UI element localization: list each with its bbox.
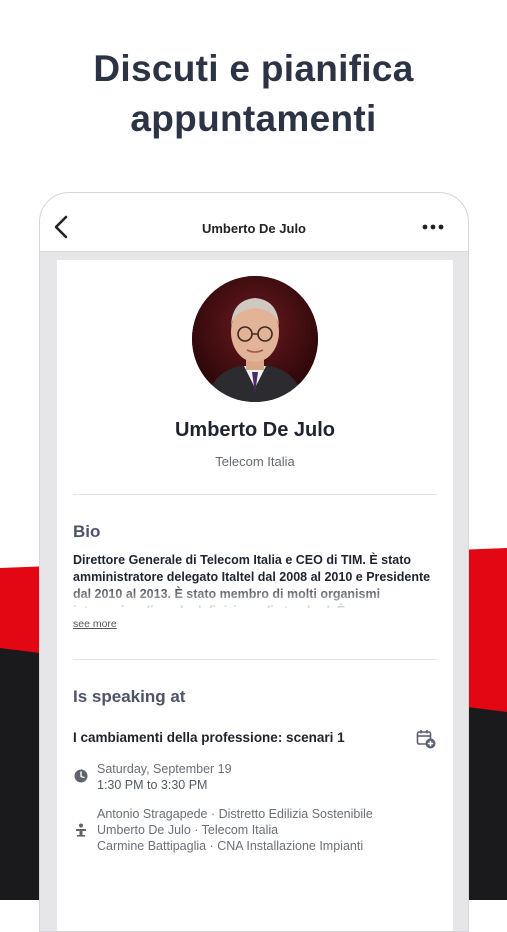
headline: Discuti e pianifica appuntamenti — [0, 44, 507, 144]
session-title[interactable]: I cambiamenti della professione: scenari… — [73, 730, 345, 745]
headline-line-1: Discuti e pianifica — [93, 48, 414, 89]
calendar-add-icon[interactable] — [416, 729, 436, 749]
divider — [73, 659, 437, 660]
page-title: Umberto De Julo — [201, 221, 306, 236]
podium-icon — [76, 823, 86, 837]
more-horizontal-icon[interactable] — [422, 223, 444, 231]
top-bar: Umberto De Julo — [40, 193, 468, 252]
speaking-heading: Is speaking at — [73, 687, 186, 706]
bio-text: Direttore Generale di Telecom Italia e C… — [73, 553, 431, 608]
bio-heading: Bio — [73, 522, 101, 541]
speaker-list: Antonio Stragapede · Distretto Edilizia … — [97, 806, 373, 854]
see-more-link[interactable]: see more — [73, 618, 117, 630]
speaker-item[interactable]: Antonio Stragapede · Distretto Edilizia … — [97, 806, 373, 822]
avatar — [192, 276, 318, 402]
session-date: Saturday, September 19 — [97, 762, 232, 776]
clock-icon — [74, 769, 88, 783]
profile-card: Umberto De Julo Telecom Italia Bio Diret… — [57, 260, 453, 931]
speaker-item[interactable]: Carmine Battipaglia · CNA Installazione … — [97, 838, 373, 854]
person-photo — [192, 276, 318, 402]
profile-name: Umberto De Julo — [174, 419, 336, 441]
session-time: 1:30 PM to 3:30 PM — [97, 778, 208, 792]
headline-line-2: appuntamenti — [130, 98, 377, 139]
divider — [73, 494, 437, 495]
phone-frame: Umberto De Julo Umberto De Julo Telecom … — [39, 192, 469, 932]
speaker-item[interactable]: Umberto De Julo · Telecom Italia — [97, 822, 373, 838]
profile-company: Telecom Italia — [215, 454, 295, 469]
